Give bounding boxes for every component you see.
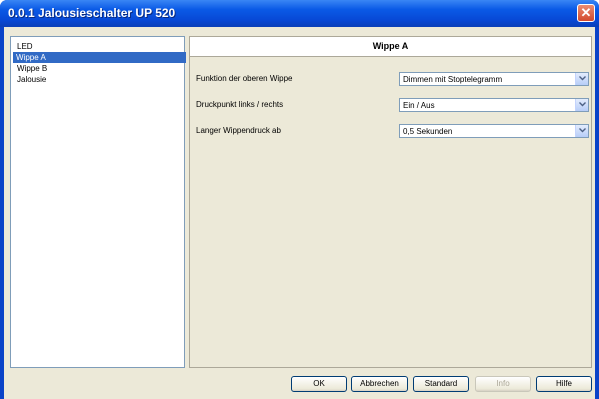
- parameter-panel: Wippe A Funktion der oberen Wippe Dimmen…: [189, 36, 592, 368]
- chevron-down-icon[interactable]: [575, 73, 588, 85]
- funktion-dropdown-value: Dimmen mit Stoptelegramm: [403, 75, 503, 84]
- langer-wippendruck-dropdown-value: 0,5 Sekunden: [403, 127, 453, 136]
- standard-button[interactable]: Standard: [413, 376, 469, 392]
- close-button[interactable]: ✕: [577, 4, 595, 22]
- dialog-client-area: LED Wippe A Wippe B Jalousie Wippe A Fun…: [4, 27, 595, 399]
- chevron-down-icon[interactable]: [575, 99, 588, 111]
- tree-item-wippe-a[interactable]: Wippe A: [13, 52, 186, 63]
- cancel-button[interactable]: Abbrechen: [351, 376, 408, 392]
- parameter-tree: LED Wippe A Wippe B Jalousie: [10, 36, 186, 368]
- tree-item-jalousie[interactable]: Jalousie: [14, 74, 49, 85]
- chevron-down-icon[interactable]: [575, 125, 588, 137]
- druckpunkt-dropdown-value: Ein / Aus: [403, 101, 435, 110]
- close-icon: ✕: [580, 5, 592, 20]
- langer-wippendruck-dropdown[interactable]: 0,5 Sekunden: [399, 124, 589, 138]
- window-title: 0.0.1 Jalousieschalter UP 520: [8, 6, 176, 20]
- druckpunkt-dropdown[interactable]: Ein / Aus: [399, 98, 589, 112]
- funktion-dropdown[interactable]: Dimmen mit Stoptelegramm: [399, 72, 589, 86]
- dialog-window: 0.0.1 Jalousieschalter UP 520 ✕ LED Wipp…: [0, 0, 599, 399]
- tree-item-led[interactable]: LED: [14, 41, 36, 52]
- tree-item-wippe-b[interactable]: Wippe B: [14, 63, 50, 74]
- param-label-druckpunkt: Druckpunkt links / rechts: [196, 100, 284, 109]
- info-button: Info: [475, 376, 531, 392]
- panel-title: Wippe A: [372, 41, 409, 51]
- panel-header: Wippe A: [190, 37, 591, 57]
- title-bar[interactable]: 0.0.1 Jalousieschalter UP 520 ✕: [0, 0, 599, 27]
- ok-button[interactable]: OK: [291, 376, 347, 392]
- help-button[interactable]: Hilfe: [536, 376, 592, 392]
- param-label-langer-wippendruck: Langer Wippendruck ab: [196, 126, 281, 135]
- param-label-funktion: Funktion der oberen Wippe: [196, 74, 293, 83]
